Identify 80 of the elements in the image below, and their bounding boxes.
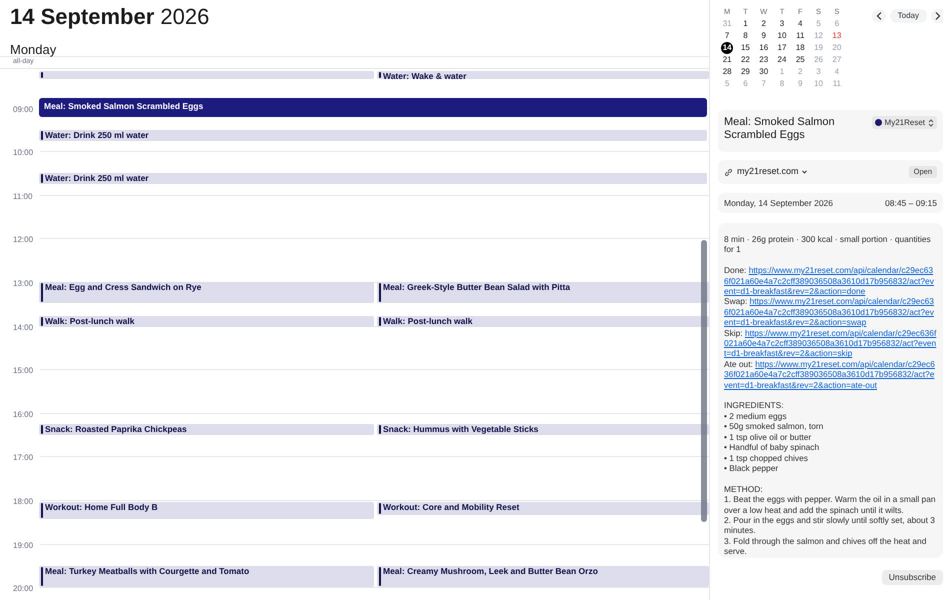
hour-label: 10:00	[13, 148, 34, 158]
calendar-event[interactable]: Meal: Egg and Cress Sandwich on Rye	[39, 282, 374, 303]
calendar-day[interactable]: 17	[776, 42, 788, 54]
unsubscribe-button[interactable]: Unsubscribe	[882, 570, 943, 585]
calendar-event[interactable]: Workout: Core and Mobility Reset	[377, 502, 709, 515]
method-step: 3. Fold through the salmon and chives off the heat and serve.	[724, 536, 937, 557]
calendar-day[interactable]: 13	[830, 30, 843, 42]
calendar-day[interactable]: 9	[758, 30, 770, 42]
up-down-chevron-icon	[928, 118, 934, 126]
calendar-day[interactable]: 7	[721, 30, 734, 42]
ingredient-item: • 1 tsp olive oil or butter	[724, 432, 812, 442]
calendar-event[interactable]: Water: Drink 250 ml water	[39, 130, 707, 141]
date-heading: 14 September	[10, 4, 154, 29]
calendar-day[interactable]: 2	[758, 18, 770, 30]
calendar-day[interactable]: 3	[776, 18, 788, 30]
hour-label: 19:00	[13, 540, 34, 550]
calendar-day[interactable]: 30	[758, 66, 770, 78]
method-heading: METHOD:	[724, 484, 764, 494]
calendar-day[interactable]: 15	[739, 42, 752, 54]
calendar-day[interactable]: 4	[794, 18, 806, 30]
calendar-day[interactable]: 8	[739, 30, 752, 42]
calendar-day[interactable]: 25	[794, 54, 806, 66]
link-dropdown[interactable]: my21reset.com	[737, 165, 807, 179]
hour-label: 11:00	[13, 192, 32, 202]
calendar-day[interactable]: 22	[739, 54, 752, 66]
method-step: 1. Beat the eggs with pepper. Warm the oil in a small pan over a low heat and add the spinach until it wilts.	[724, 494, 937, 515]
hour-label: 12:00	[13, 235, 34, 246]
hour-label: 20:00	[13, 584, 34, 594]
hour-label: 13:00	[13, 278, 34, 289]
calendar-day[interactable]: 21	[721, 54, 734, 66]
calendar-event[interactable]: Workout: Home Full Body B	[39, 502, 374, 519]
ingredient-item: • 1 tsp chopped chives	[724, 452, 809, 463]
method-step: 2. Pour in the eggs and stir slowly until softly set, about 3 minutes.	[724, 514, 937, 536]
previous-button[interactable]	[872, 9, 886, 23]
calendar-day[interactable]: 24	[776, 54, 788, 66]
ingredient-item: • Black pepper	[724, 462, 778, 474]
hour-label: 14:00	[13, 322, 34, 332]
calendar-event[interactable]: Meal: Turkey Meatballs with Courgette and Tomato	[39, 566, 374, 587]
event-time: 08:45 – 09:15	[885, 196, 937, 210]
today-button[interactable]: Today	[890, 9, 927, 23]
year-heading: 2026	[160, 4, 210, 29]
chevron-left-icon	[876, 12, 882, 20]
hour-label: 17:00	[13, 453, 34, 464]
action-link[interactable]: Ate out: https://www.my21reset.com/api/calendar/c29ec636f021a60e4a7c2cff389036508a3610d17b956832/act?event=d1-breakfast&rev=2&action=ate-out	[724, 358, 937, 390]
calendar-day[interactable]: 18	[794, 42, 806, 54]
calendar-day[interactable]: 29	[739, 66, 752, 78]
calendar-day[interactable]: 23	[758, 54, 770, 66]
calendar-event[interactable]: Water: Wake & water	[377, 71, 709, 79]
calendar-event[interactable]: Meal: Creamy Mushroom, Leek and Butter Bean Orzo	[377, 566, 709, 587]
event-title: Meal: Smoked Salmon Scrambled Eggs	[724, 116, 836, 142]
ingredient-item: • 2 medium eggs	[724, 410, 788, 422]
calendar-event[interactable]: Meal: Greek-Style Butter Bean Salad with Pitta	[377, 282, 709, 303]
hour-label: 09:00	[13, 104, 34, 114]
calendar-day[interactable]: 11	[794, 30, 806, 42]
ingredient-item: • Handful of baby spinach	[724, 442, 820, 452]
calendar-event[interactable]: Meal: Smoked Salmon Scrambled Eggs	[39, 98, 707, 117]
ingredient-item: • 50g smoked salmon, torn	[724, 421, 824, 432]
calendar-day[interactable]: 16	[758, 42, 770, 54]
next-button[interactable]	[931, 9, 943, 23]
calendar-event[interactable]: Water: Drink 250 ml water	[39, 173, 707, 184]
calendar-event[interactable]: Snack: Hummus with Vegetable Sticks	[377, 424, 709, 435]
hour-label: 16:00	[13, 410, 34, 420]
link-icon	[724, 168, 733, 176]
calendar-day[interactable]: 28	[721, 66, 734, 78]
calendar-event[interactable]: Snack: Roasted Paprika Chickpeas	[39, 424, 374, 435]
nutrition-summary: 8 min · 26g protein · 300 kcal · small portion · quantities for 1	[724, 234, 932, 255]
chevron-right-icon	[934, 12, 940, 20]
calendar-day[interactable]: 10	[776, 30, 788, 42]
event-date: Monday, 14 September 2026	[724, 196, 833, 210]
calendar-day[interactable]: 14	[721, 42, 734, 54]
scrollbar[interactable]	[701, 240, 707, 522]
ingredients-heading: INGREDIENTS:	[724, 400, 785, 411]
calendar-day[interactable]: 1	[739, 18, 752, 30]
hour-label: 18:00	[13, 496, 34, 507]
calendar-event[interactable]: Walk: Post-lunch walk	[39, 316, 374, 327]
calendar-event[interactable]: Walk: Post-lunch walk	[377, 316, 709, 327]
hour-label: 15:00	[13, 366, 34, 376]
weekday-label: Monday	[10, 41, 58, 58]
calendar-picker[interactable]: My21Reset	[872, 116, 937, 129]
chevron-down-icon	[802, 170, 807, 174]
